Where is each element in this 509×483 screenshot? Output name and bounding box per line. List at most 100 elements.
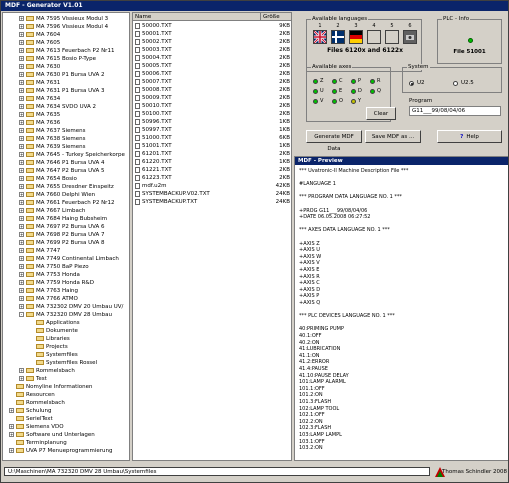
tree-item[interactable]: + Rommelsbach [19, 367, 75, 375]
tree-item[interactable]: + Test [19, 375, 47, 383]
save-mdf-button[interactable]: Save MDF as ... [365, 130, 421, 143]
tree-item[interactable]: + MA 7759 Honda R&D [19, 279, 94, 287]
expander-icon[interactable]: + [19, 80, 24, 85]
tree-item[interactable]: Projects [29, 343, 68, 351]
expander-icon[interactable]: - [19, 312, 24, 317]
tree-item[interactable]: + MA 7596 Vissieux Modul 4 [19, 23, 108, 31]
flag-empty-4-icon[interactable] [367, 30, 381, 44]
file-row[interactable]: 50004.TXT 2KB [133, 54, 291, 62]
expander-icon[interactable]: + [19, 32, 24, 37]
expander-icon[interactable]: + [19, 160, 24, 165]
expander-icon[interactable]: + [19, 56, 24, 61]
tree-item[interactable]: + MA 7684 Haing Bubsheim [19, 215, 107, 223]
expander-icon[interactable]: + [19, 176, 24, 181]
expander-icon[interactable]: + [19, 224, 24, 229]
column-name-header[interactable]: Name [133, 13, 261, 21]
tree-item[interactable]: + Software und Unterlagen [9, 431, 95, 439]
flag-germany-icon[interactable] [349, 30, 363, 44]
tree-item[interactable]: + MA 7604 [19, 31, 60, 39]
file-row[interactable]: 50009.TXT 2KB [133, 94, 291, 102]
expander-icon[interactable]: + [19, 152, 24, 157]
expander-icon[interactable]: + [19, 272, 24, 277]
expander-icon[interactable]: + [19, 120, 24, 125]
help-button[interactable]: ? Help [437, 130, 502, 143]
mdf-preview[interactable]: MDF - Preview *** Uvatronic-II Machine D… [294, 156, 508, 461]
tree-item[interactable]: Systemfiles [29, 351, 78, 359]
file-row[interactable]: 50100.TXT 2KB [133, 110, 291, 118]
expander-icon[interactable]: + [19, 288, 24, 293]
file-row[interactable]: 50005.TXT 2KB [133, 62, 291, 70]
system-u2-radio[interactable] [409, 81, 414, 86]
file-row[interactable]: 61221.TXT 2KB [133, 166, 291, 174]
tree-item[interactable]: Terminplanung [9, 439, 67, 447]
tree-item[interactable]: + MA 7697 P2 Bursa UVA 6 [19, 223, 105, 231]
tree-item[interactable]: + MA 7647 P2 Bursa UVA 5 [19, 167, 105, 175]
tree-item[interactable]: + MA 7655 Dresdner Einspeitz [19, 183, 114, 191]
file-row[interactable]: 50002.TXT 2KB [133, 38, 291, 46]
tree-item[interactable]: + MA 7660 Delphi Wien [19, 191, 95, 199]
tree-item[interactable]: Nomyline Informationen [9, 383, 92, 391]
expander-icon[interactable]: + [19, 96, 24, 101]
tree-item[interactable]: + UVA P7 Menueprogrammierung [9, 447, 112, 455]
expander-icon[interactable]: + [19, 136, 24, 141]
tree-item[interactable]: + MA 7638 Siemens [19, 135, 86, 143]
file-list[interactable]: Name Größe 50000.TXT 9KB 50001.TXT 2KB 50002… [132, 12, 292, 461]
file-row[interactable]: 61201.TXT 2KB [133, 150, 291, 158]
tree-item[interactable]: + MA 7613 Feuerbach P2 Nr11 [19, 47, 114, 55]
file-row[interactable]: mdf.u2m 42KB [133, 182, 291, 190]
expander-icon[interactable]: + [19, 240, 24, 245]
tree-item[interactable]: + MA 7699 P2 Bursa UVA 8 [19, 239, 105, 247]
flag-camera-icon[interactable] [403, 30, 417, 44]
file-row[interactable]: 61220.TXT 1KB [133, 158, 291, 166]
tree-item[interactable]: + MA 7661 Feuerbach P2 Nr12 [19, 199, 114, 207]
expander-icon[interactable]: + [9, 432, 14, 437]
file-row[interactable]: 50003.TXT 2KB [133, 46, 291, 54]
expander-icon[interactable]: + [19, 128, 24, 133]
tree-item[interactable]: + MA 7654 Bosio [19, 175, 77, 183]
tree-item[interactable]: + MA 7631 P1 Bursa UVA 3 [19, 87, 105, 95]
generate-mdf-button[interactable]: Generate MDF Data [306, 130, 362, 152]
expander-icon[interactable]: + [19, 232, 24, 237]
file-row[interactable]: 50007.TXT 2KB [133, 78, 291, 86]
file-row[interactable]: 50008.TXT 2KB [133, 86, 291, 94]
tree-item[interactable]: + MA 7639 Siemens [19, 143, 86, 151]
tree-item[interactable]: + MA 7646 P1 Bursa UVA 4 [19, 159, 105, 167]
tree-item[interactable]: Libraries [29, 335, 70, 343]
expander-icon[interactable]: + [19, 72, 24, 77]
tree-item[interactable]: + MA 7595 Vissieux Modul 3 [19, 15, 108, 23]
tree-item[interactable]: + MA 7630 P1 Bursa UVA 2 [19, 71, 105, 79]
expander-icon[interactable]: + [19, 184, 24, 189]
tree-item[interactable]: Resourcen [9, 391, 55, 399]
expander-icon[interactable]: + [19, 208, 24, 213]
file-row[interactable]: 50996.TXT 1KB [133, 118, 291, 126]
tree-item[interactable]: + MA 732302 DMV 20 Umbau UV/ [19, 303, 123, 311]
expander-icon[interactable]: + [19, 192, 24, 197]
tree-item[interactable]: + MA 7605 [19, 39, 60, 47]
expander-icon[interactable]: + [9, 424, 14, 429]
folder-tree[interactable]: + MA 7595 Vissieux Modul 3 + MA 7596 Vissie… [2, 12, 130, 461]
tree-item[interactable]: Rommelsbach [9, 399, 65, 407]
expander-icon[interactable]: + [19, 88, 24, 93]
expander-icon[interactable]: + [19, 296, 24, 301]
tree-item[interactable]: + MA 7766 ATMO [19, 295, 78, 303]
expander-icon[interactable]: + [19, 112, 24, 117]
expander-icon[interactable]: + [19, 256, 24, 261]
file-row[interactable]: 51000.TXT 6KB [133, 134, 291, 142]
file-row[interactable]: 50997.TXT 1KB [133, 126, 291, 134]
tree-item[interactable]: Applications [29, 319, 80, 327]
tree-item[interactable]: + MA 7630 [19, 63, 60, 71]
expander-icon[interactable]: + [19, 304, 24, 309]
expander-icon[interactable]: + [19, 168, 24, 173]
clear-button[interactable]: Clear [366, 107, 396, 120]
expander-icon[interactable]: + [19, 200, 24, 205]
flag-uk-icon[interactable] [313, 30, 327, 44]
tree-item[interactable]: + MA 7645 - Turkey Speicherkorpe [19, 151, 125, 159]
file-row[interactable]: 50001.TXT 2KB [133, 30, 291, 38]
tree-item[interactable]: + Schulung [9, 407, 51, 415]
expander-icon[interactable]: + [19, 280, 24, 285]
tree-item[interactable]: + MA 7635 [19, 111, 60, 119]
tree-item[interactable]: + MA 7637 Siemens [19, 127, 86, 135]
program-input[interactable]: G11___99/08/04/06 [409, 106, 501, 116]
expander-icon[interactable]: + [19, 264, 24, 269]
tree-item[interactable]: + MA 7698 P2 Bursa UVA 7 [19, 231, 105, 239]
